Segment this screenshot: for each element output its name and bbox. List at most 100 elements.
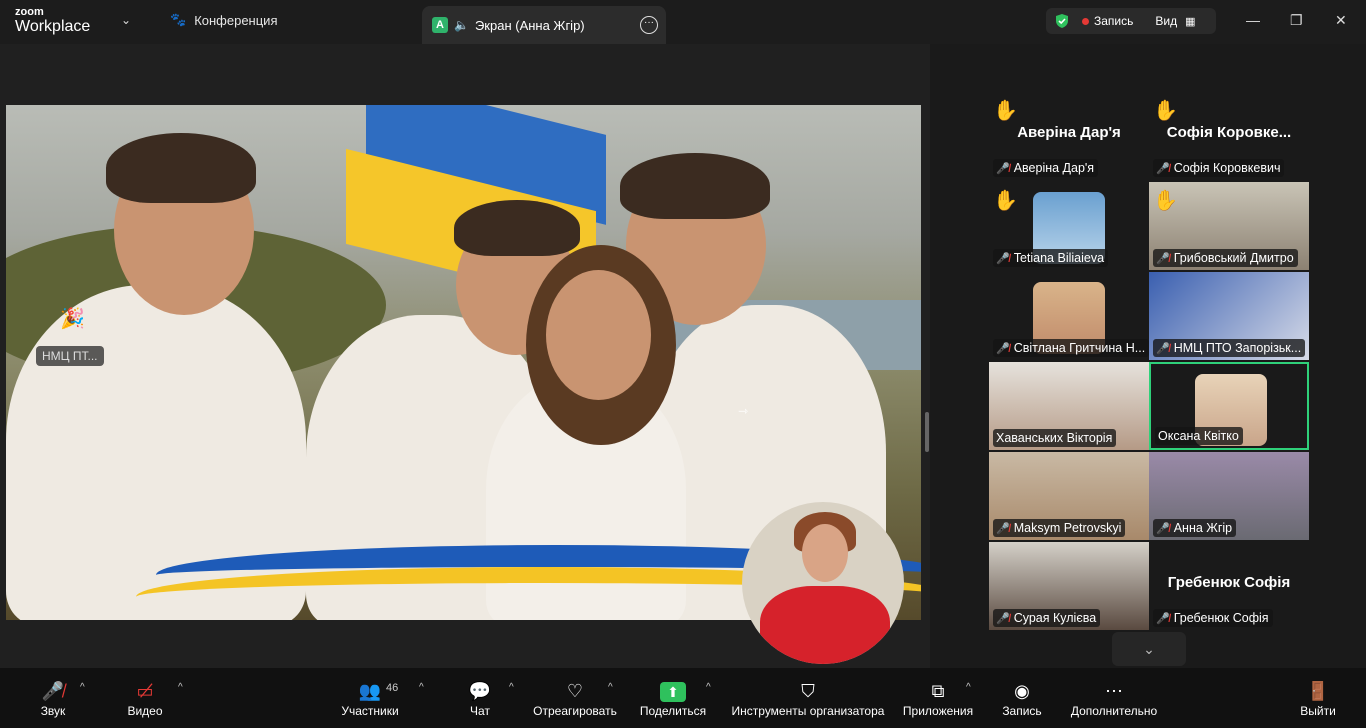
resize-handle[interactable] xyxy=(925,412,929,452)
apps-button[interactable]: ⧉ Приложения xyxy=(900,678,976,718)
record-button[interactable]: ◉ Запись xyxy=(1000,678,1044,718)
meeting-toolbar: 🎤̸ Звук ^ ▭̸ Видео ^ 👥 Участники 46 ^ 💬 … xyxy=(0,668,1366,728)
audio-options-caret-icon[interactable]: ^ xyxy=(80,682,85,693)
participant-name-tag: 🎤̸ Tetiana Biliaieva xyxy=(993,249,1109,267)
video-off-icon: ▭̸ xyxy=(136,681,154,701)
participant-name-large: Гребенюк Софія xyxy=(1167,574,1291,591)
participant-label: Сурая Кулієва xyxy=(1013,611,1097,625)
more-options-icon[interactable]: ··· xyxy=(640,16,658,34)
participant-tile[interactable]: ✋ 🎤̸ Грибовський Дмитро xyxy=(1149,182,1309,270)
mic-muted-icon: 🎤̸ xyxy=(1156,522,1170,535)
presenter-face xyxy=(802,524,848,582)
chat-options-caret-icon[interactable]: ^ xyxy=(509,682,514,693)
share-options-caret-icon[interactable]: ^ xyxy=(706,682,711,693)
participant-label: Анна Жгір xyxy=(1173,521,1233,535)
chevron-down-icon: ⌄ xyxy=(1143,641,1155,657)
zoom-logo: zoom Workplace xyxy=(15,7,90,35)
raised-hand-icon: ✋ xyxy=(1153,190,1178,212)
participant-name-tag: 🎤̸ НМЦ ПТО Запорізьк... xyxy=(1153,339,1306,357)
chat-button[interactable]: 💬 Чат xyxy=(466,678,494,718)
shared-screen-stage: 🎉 НМЦ ПТ... ⇾ xyxy=(0,44,930,668)
host-tools-button[interactable]: ⛉ Инструменты организатора xyxy=(728,678,888,718)
participant-label: Tetiana Biliaieva xyxy=(1013,251,1105,265)
participant-name-tag: 🎤̸ Світлана Гритчина Н... xyxy=(993,339,1149,357)
close-icon[interactable]: ✕ xyxy=(1335,12,1347,29)
participant-name-large: Софія Коровке... xyxy=(1166,124,1292,141)
apps-options-caret-icon[interactable]: ^ xyxy=(966,682,971,693)
recording-dot-icon xyxy=(1082,17,1089,25)
video-options-caret-icon[interactable]: ^ xyxy=(178,682,183,693)
participant-label: Хаванських Вікторія xyxy=(996,431,1113,445)
participants-options-caret-icon[interactable]: ^ xyxy=(419,682,424,693)
restore-icon[interactable]: ❐ xyxy=(1290,12,1303,29)
share-label: Поделиться xyxy=(639,704,707,718)
tab-conference[interactable]: 🐾 Конференция xyxy=(170,12,277,28)
react-options-caret-icon[interactable]: ^ xyxy=(608,682,613,693)
participant-label: Грибовський Дмитро xyxy=(1173,251,1294,265)
presenter-body xyxy=(760,586,890,664)
participant-tile[interactable]: ✋ Софія Коровке... 🎤̸ Софія Коровкевич xyxy=(1149,92,1309,180)
mic-muted-icon: 🎤̸ xyxy=(996,612,1010,625)
participant-name-tag: Хаванських Вікторія xyxy=(993,429,1117,447)
record-label: Запись xyxy=(1002,704,1042,718)
participant-name-tag: 🎤̸ Сурая Кулієва xyxy=(993,609,1101,627)
raised-hand-icon: ✋ xyxy=(1153,100,1178,122)
host-tools-label: Инструменты организатора xyxy=(731,704,885,718)
person-4-hair xyxy=(620,153,770,219)
participant-name-tag: 🎤̸ Аверіна Дар'я xyxy=(993,159,1099,177)
participant-tile[interactable]: 🎤̸ Maksym Petrovskyi xyxy=(989,452,1149,540)
chevron-down-icon[interactable]: ⌄ xyxy=(121,13,131,27)
more-icon: ⋯ xyxy=(1105,681,1123,701)
participants-count: 46 xyxy=(386,682,399,694)
participant-label: Оксана Квітко xyxy=(1158,429,1239,443)
more-button[interactable]: ⋯ Дополнительно xyxy=(1068,678,1160,718)
chat-icon: 💬 xyxy=(468,681,492,701)
audio-button[interactable]: 🎤̸ Звук xyxy=(36,678,70,718)
participant-tile[interactable]: 🎤̸ НМЦ ПТО Запорізьк... xyxy=(1149,272,1309,360)
person-3-head xyxy=(546,270,651,400)
paw-icon: 🐾 xyxy=(170,12,187,27)
record-view-group: Запись Вид ▦ xyxy=(1046,8,1216,34)
floating-participant-label[interactable]: НМЦ ПТ... xyxy=(36,346,104,366)
mic-muted-icon: 🎤̸ xyxy=(996,162,1010,175)
participant-label: Світлана Гритчина Н... xyxy=(1013,341,1146,355)
participant-tile[interactable]: Гребенюк Софія 🎤̸ Гребенюк Софія xyxy=(1149,542,1309,630)
chat-label: Чат xyxy=(470,704,490,718)
audio-label: Звук xyxy=(40,704,66,718)
share-button[interactable]: ⬆ Поделиться xyxy=(638,678,708,718)
party-icon: 🎉 xyxy=(60,308,85,330)
gallery-scroll-down-button[interactable]: ⌄ xyxy=(1112,632,1186,666)
presenter-video-bubble[interactable] xyxy=(742,502,904,664)
participant-name-tag: Оксана Квітко xyxy=(1155,427,1243,445)
mic-muted-icon: 🎤̸ xyxy=(1156,612,1170,625)
leave-label: Выйти xyxy=(1300,704,1336,718)
participant-tile[interactable]: 🎤̸ Анна Жгір xyxy=(1149,452,1309,540)
participant-name-tag: 🎤̸ Maksym Petrovskyi xyxy=(993,519,1126,537)
view-button[interactable]: Вид ▦ xyxy=(1155,14,1195,28)
shield-icon[interactable] xyxy=(1054,13,1070,29)
participant-tile[interactable]: 🎤̸ Світлана Гритчина Н... xyxy=(989,272,1149,360)
participant-tile[interactable]: 🎤̸ Сурая Кулієва xyxy=(989,542,1149,630)
leave-button[interactable]: 🚪 Выйти xyxy=(1298,678,1338,718)
share-screen-icon: ⬆ xyxy=(638,678,708,704)
video-button[interactable]: ▭̸ Видео xyxy=(126,678,164,718)
mic-muted-icon: 🎤̸ xyxy=(1156,342,1170,355)
leave-icon: 🚪 xyxy=(1306,681,1330,701)
heart-icon: ♡ xyxy=(566,681,584,701)
participant-tile[interactable]: ✋ 🎤̸ Tetiana Biliaieva xyxy=(989,182,1149,270)
mic-muted-icon: 🎤̸ xyxy=(1156,252,1170,265)
react-button[interactable]: ♡ Отреагировать xyxy=(532,678,618,718)
mic-muted-icon: 🎤̸ xyxy=(1156,162,1170,175)
minimize-icon[interactable]: — xyxy=(1246,12,1260,28)
participant-tile-active-speaker[interactable]: Оксана Квітко xyxy=(1149,362,1309,450)
speaker-icon: 🔈 xyxy=(454,18,469,32)
recording-status[interactable]: Запись xyxy=(1094,14,1133,28)
logo-small-text: zoom xyxy=(15,6,44,18)
participant-label: Софія Коровкевич xyxy=(1173,161,1281,175)
participant-label: Maksym Petrovskyi xyxy=(1013,521,1122,535)
participant-tile[interactable]: Хаванських Вікторія xyxy=(989,362,1149,450)
shield-icon: ⛉ xyxy=(801,681,815,701)
participant-tile[interactable]: ✋ Аверіна Дар'я 🎤̸ Аверіна Дар'я xyxy=(989,92,1149,180)
tab-shared-screen[interactable]: A 🔈 Экран (Анна Жгір) ··· xyxy=(422,6,666,44)
raised-hand-icon: ✋ xyxy=(993,100,1018,122)
